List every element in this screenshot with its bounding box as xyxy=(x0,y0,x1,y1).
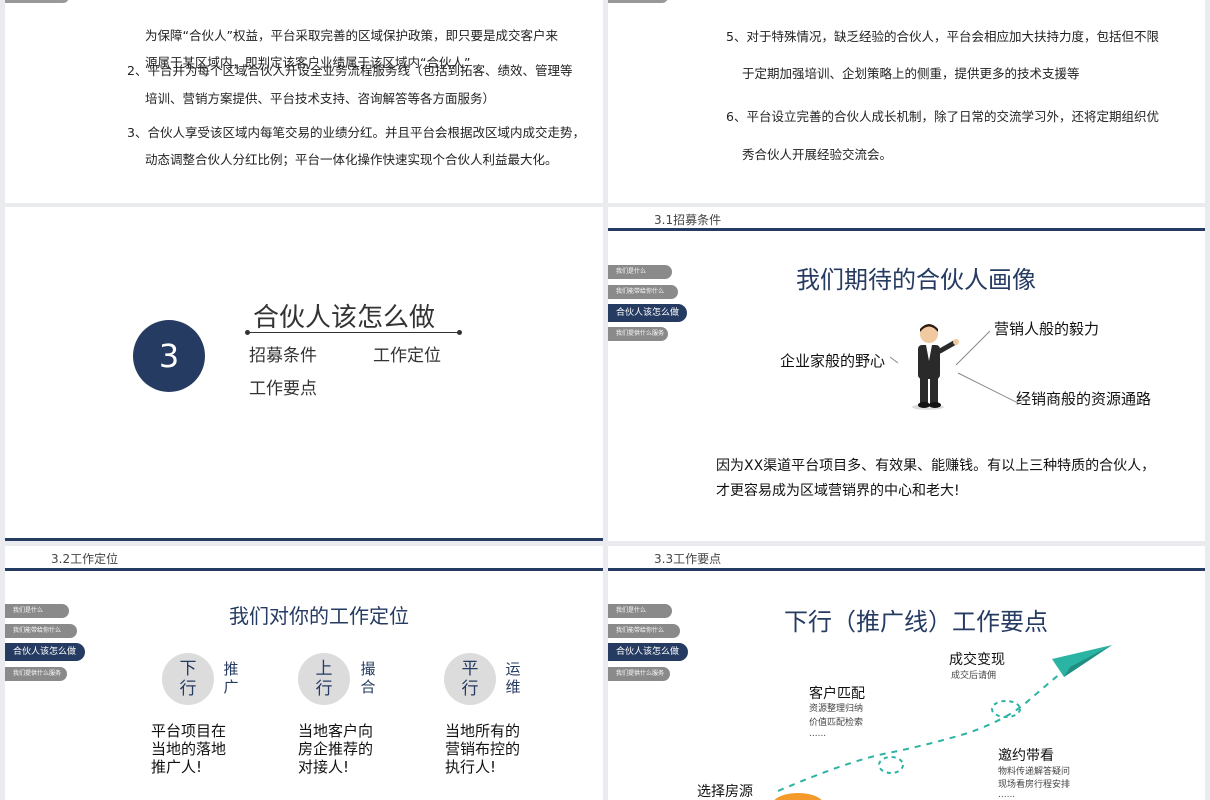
underline-dot xyxy=(457,330,462,335)
underline-dot xyxy=(245,330,250,335)
nav-pill-what-we-bring[interactable]: 我们能带给你什么 xyxy=(5,624,77,638)
slide-support[interactable]: 5、对于特殊情况，缺乏经验的合伙人，平台会相应加大扶持力度，包括但不限 于定期加… xyxy=(608,0,1205,203)
support-line: 于定期加强培训、企划策略上的侧重，提供更多的技术支援等 xyxy=(742,66,1080,81)
summary-line: 因为XX渠道平台项目多、有效果、能赚钱。有以上三种特质的合伙人， xyxy=(716,458,1156,474)
slide-points[interactable]: 3.3工作要点 我们是什么 我们能带给你什么 合伙人该怎么做 我们提供什么服务 … xyxy=(608,546,1205,800)
policy-line: 为保障“合伙人”权益，平台采取完善的区域保护政策，即只要是成交客户来 xyxy=(145,28,558,43)
nav-pill-services[interactable]: 我们提供什么服务 xyxy=(608,667,670,681)
summary-line: 才更容易成为区域营销界的中心和老大! xyxy=(716,483,960,499)
nav-pill-what-we-bring[interactable]: 我们能带给你什么 xyxy=(608,624,680,638)
support-line: 6、平台设立完善的合伙人成长机制，除了日常的交流学习外，还将定期组织优 xyxy=(726,109,1159,124)
role-side-label: 撮 合 xyxy=(360,660,376,696)
role-description: 当地所有的 营销布控的 执行人! xyxy=(445,722,521,776)
connector-lines xyxy=(889,330,1019,404)
support-line: 秀合伙人开展经验交流会。 xyxy=(742,147,893,162)
role-circle-upstream: 上 行 xyxy=(298,653,350,705)
section-label: 3.1招募条件 xyxy=(654,213,722,227)
header-rule xyxy=(608,228,1205,231)
nav-pill-what-we-are[interactable]: 我们是什么 xyxy=(608,604,672,618)
nav-pill-fragment xyxy=(5,0,69,3)
slide-policy[interactable]: 为保障“合伙人”权益，平台采取完善的区域保护政策，即只要是成交客户来 源属于某区… xyxy=(5,0,603,203)
nav-pill-services[interactable]: 我们提供什么服务 xyxy=(608,327,668,341)
nav-pill-what-we-bring[interactable]: 我们能带给你什么 xyxy=(608,285,678,299)
header-rule xyxy=(608,568,1205,571)
role-description: 平台项目在 当地的落地 推广人! xyxy=(151,722,227,776)
role-circle-parallel: 平 行 xyxy=(444,653,496,705)
section-item: 工作定位 xyxy=(373,346,441,366)
role-description: 当地客户向 房企推荐的 对接人! xyxy=(298,722,374,776)
nav-pill-what-we-are[interactable]: 我们是什么 xyxy=(608,265,672,279)
step-match-sub: 价值匹配检索 xyxy=(809,718,864,728)
slide-title: 我们期待的合伙人画像 xyxy=(796,266,1036,294)
slide-bottom-rule xyxy=(5,538,603,541)
step-match-sub: 资源整理归纳 xyxy=(809,704,864,714)
section-title: 合伙人该怎么做 xyxy=(253,303,436,333)
step-invite-sub: 现场看房行程安排 xyxy=(998,780,1071,790)
section-label: 3.2工作定位 xyxy=(51,552,119,566)
step-match-title: 客户匹配 xyxy=(809,686,865,702)
role-side-label: 推 广 xyxy=(223,660,239,696)
step-match-sub: ...... xyxy=(809,729,827,739)
nav-pill-fragment xyxy=(608,0,668,3)
section-number-circle: 3 xyxy=(133,320,205,392)
policy-line: 培训、营销方案提供、平台技术支持、咨询解答等各方面服务） xyxy=(145,91,496,106)
trait-resources: 经销商般的资源通路 xyxy=(1016,390,1152,408)
slide-section-divider[interactable]: 3 合伙人该怎么做 招募条件 工作定位 工作要点 xyxy=(5,207,603,541)
step-invite-sub: ...... xyxy=(998,790,1016,800)
nav-pill-how-to-partner[interactable]: 合伙人该怎么做 xyxy=(5,643,85,661)
step-select-title: 选择房源 xyxy=(697,784,753,800)
step-close-title: 成交变现 xyxy=(949,652,1005,668)
slide-position[interactable]: 3.2工作定位 我们是什么 我们能带给你什么 合伙人该怎么做 我们提供什么服务 … xyxy=(5,546,603,800)
nav-pill-how-to-partner[interactable]: 合伙人该怎么做 xyxy=(608,643,688,661)
title-underline xyxy=(247,332,460,333)
nav-pill-what-we-are[interactable]: 我们是什么 xyxy=(5,604,69,618)
slide-title: 我们对你的工作定位 xyxy=(229,604,409,628)
trait-ambition: 企业家般的野心 xyxy=(780,352,886,370)
section-item: 工作要点 xyxy=(249,379,317,399)
nav-pill-how-to-partner[interactable]: 合伙人该怎么做 xyxy=(608,304,687,322)
header-rule xyxy=(5,568,603,571)
section-item: 招募条件 xyxy=(249,346,317,366)
slide-title: 下行（推广线）工作要点 xyxy=(784,608,1048,636)
slide-recruit[interactable]: 3.1招募条件 我们是什么 我们能带给你什么 合伙人该怎么做 我们提供什么服务 … xyxy=(608,207,1205,541)
step-invite-sub: 物料传递解答疑问 xyxy=(998,767,1071,777)
step-invite-title: 邀约带看 xyxy=(998,748,1054,764)
policy-line: 2、平台并为每个区域合伙人开设全业务流程服务线（包括到拓客、绩效、管理等 xyxy=(127,63,573,78)
nav-pill-services[interactable]: 我们提供什么服务 xyxy=(5,667,67,681)
role-circle-downstream: 下 行 xyxy=(162,653,214,705)
policy-line: 动态调整合伙人分红比例；平台一体化操作快速实现个合伙人利益最大化。 xyxy=(145,152,558,167)
policy-line: 3、合伙人享受该区域内每笔交易的业绩分红。并且平台会根据改区域内成交走势， xyxy=(127,125,585,140)
step-close-sub: 成交后请佣 xyxy=(951,671,997,681)
section-label: 3.3工作要点 xyxy=(654,552,722,566)
support-line: 5、对于特殊情况，缺乏经验的合伙人，平台会相应加大扶持力度，包括但不限 xyxy=(726,29,1159,44)
role-side-label: 运 维 xyxy=(505,660,521,696)
